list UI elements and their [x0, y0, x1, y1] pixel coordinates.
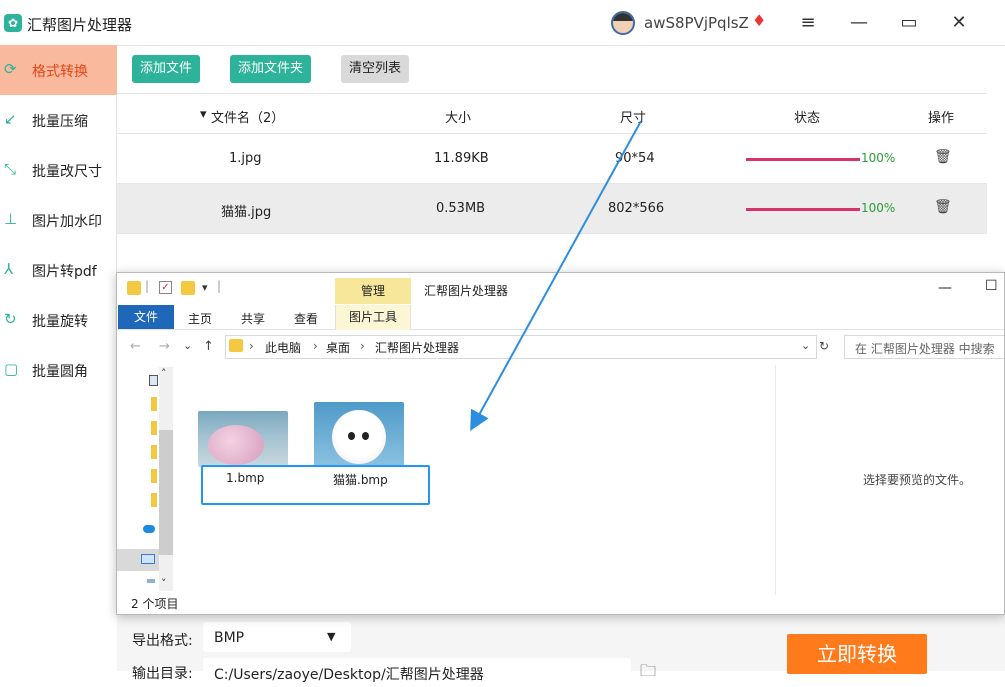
annotation-arrow — [470, 120, 642, 432]
